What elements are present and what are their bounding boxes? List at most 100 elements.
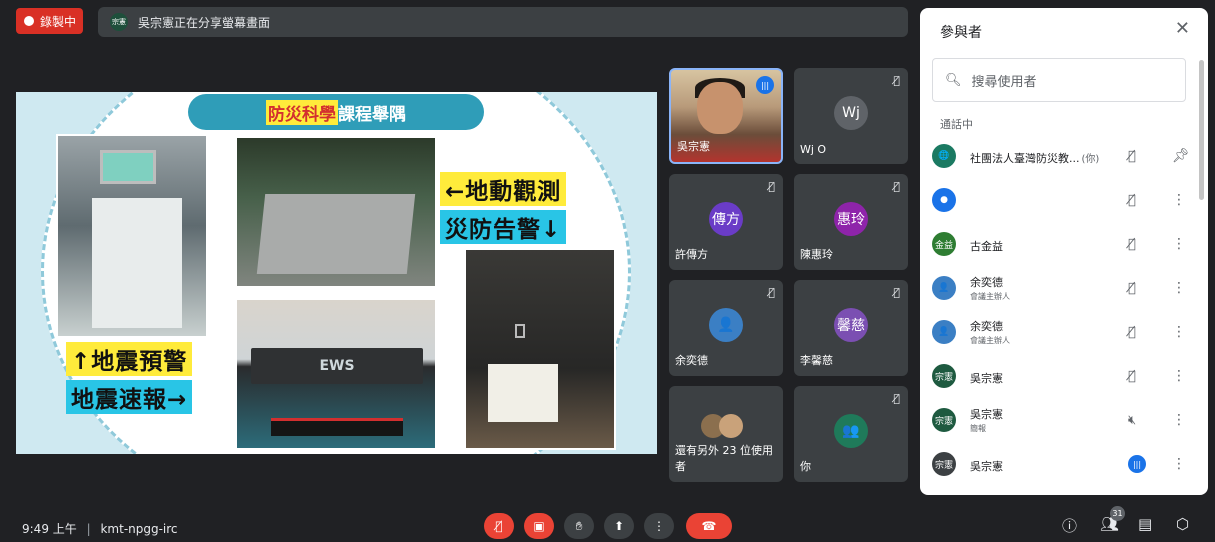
participant-row[interactable]: 👤 余奕德 會議主辦人 🎙̸ ⋮ <box>932 312 1194 352</box>
photo-seismic-station <box>235 136 437 288</box>
more-options-button[interactable]: ⋮ <box>644 513 674 539</box>
chat-icon[interactable]: ▤ <box>1138 515 1152 533</box>
search-icon: 🔍︎ <box>945 72 962 88</box>
more-options-icon[interactable]: ⋮ <box>1172 280 1186 296</box>
leave-call-button[interactable]: ☎ <box>686 513 732 539</box>
mic-off-icon: 🎙̸ <box>495 519 503 533</box>
presenting-icon[interactable]: 🔇︎ <box>1128 413 1136 428</box>
raise-hand-button[interactable]: ✋︎ <box>564 513 594 539</box>
photo-warning-device <box>56 134 208 338</box>
mic-off-icon: 🎙̸ <box>768 286 775 299</box>
mic-off-icon[interactable]: 🎙̸ <box>1128 193 1136 208</box>
mic-off-icon: 🎙̸ <box>893 286 900 299</box>
tile-name: 許傳方 <box>675 248 708 261</box>
hang-up-icon: ☎ <box>701 519 717 533</box>
mic-off-icon: 🎙̸ <box>893 74 900 87</box>
shared-screen: 防災科學 課程舉隅 EWS ←地動觀測 災防告警↓ ↑地震預警 地震速報→ <box>16 92 657 454</box>
participant-name: 吳宗憲 <box>970 371 1003 385</box>
video-tile-self[interactable]: 🎙̸ 👥 你 <box>794 386 908 482</box>
avatar-photo <box>719 414 743 438</box>
photo-alarm-box <box>464 248 616 450</box>
mic-off-icon[interactable]: 🎙̸ <box>1128 149 1136 164</box>
video-tile-others[interactable]: 還有另外 23 位使用者 <box>669 386 783 482</box>
present-button[interactable]: ⬆ <box>604 513 634 539</box>
tile-name: 你 <box>800 460 811 473</box>
participant-row[interactable]: 金益 古金益 🎙̸ ⋮ <box>932 224 1194 264</box>
mic-off-icon[interactable]: 🎙̸ <box>1128 369 1136 384</box>
clock: 9:49 上午 <box>22 522 77 536</box>
speaking-icon: ||| <box>756 76 774 94</box>
avatar: 宗憲 <box>932 364 956 388</box>
avatar: 傳方 <box>709 202 743 236</box>
recording-indicator[interactable]: 錄製中 <box>16 8 83 34</box>
mic-off-icon: 🎙̸ <box>893 392 900 405</box>
mic-toggle-button[interactable]: 🎙̸ <box>484 513 514 539</box>
presenting-banner: 宗憲 吳宗憲正在分享螢幕畫面 <box>98 7 908 37</box>
video-tile[interactable]: 🎙̸ 惠玲 陳惠玲 <box>794 174 908 270</box>
camera-off-icon: ▣ <box>533 519 545 533</box>
photo-ews-receiver: EWS <box>235 298 437 450</box>
video-tile[interactable]: 🎙̸ 傳方 許傳方 <box>669 174 783 270</box>
mic-off-icon: 🎙̸ <box>768 180 775 193</box>
avatar: 👤 <box>932 276 956 300</box>
search-placeholder: 搜尋使用者 <box>971 74 1037 90</box>
slide-title: 防災科學 課程舉隅 <box>188 94 484 130</box>
participant-row[interactable]: 宗憲 吳宗憲 簡報 🔇︎ ⋮ <box>932 400 1194 440</box>
info-icon[interactable]: ⓘ <box>1062 515 1077 536</box>
mic-off-icon[interactable]: 🎙̸ <box>1128 281 1136 296</box>
tile-name: 陳惠玲 <box>800 248 833 261</box>
participant-row[interactable]: 🌐 社團法人臺灣防災教... (你) 🎙̸ 📌︎ <box>932 136 1194 176</box>
more-options-icon[interactable]: ⋮ <box>1172 368 1186 384</box>
mic-off-icon[interactable]: 🎙̸ <box>1128 325 1136 340</box>
record-dot-icon <box>24 16 34 26</box>
more-options-icon[interactable]: ⋮ <box>1172 236 1186 252</box>
slide-title-highlight: 防災科學 <box>266 99 338 125</box>
participant-name: 余奕德 <box>970 276 1003 289</box>
caption-disaster-alarm: 災防告警↓ <box>440 210 567 244</box>
more-options-icon[interactable]: ⋮ <box>1172 456 1186 472</box>
scrollbar[interactable] <box>1199 60 1204 200</box>
participant-name: 古金益 <box>970 239 1003 253</box>
participant-role: 會議主辦人 <box>970 292 1010 301</box>
participant-name: 吳宗憲 <box>970 459 1003 473</box>
speaking-icon: ||| <box>1128 455 1146 473</box>
people-panel: 參與者 ✕ 🔍︎ 搜尋使用者 通話中 🌐 社團法人臺灣防災教... (你) 🎙̸ … <box>920 8 1208 495</box>
more-options-icon[interactable]: ⋮ <box>1172 412 1186 428</box>
avatar: 惠玲 <box>834 202 868 236</box>
panel-title: 參與者 <box>940 25 982 41</box>
participant-face <box>697 82 743 134</box>
more-options-icon[interactable]: ⋮ <box>1172 324 1186 340</box>
mic-off-icon: 🎙̸ <box>893 180 900 193</box>
avatar: ● <box>932 188 956 212</box>
camera-toggle-button[interactable]: ▣ <box>524 513 554 539</box>
tile-name: Wj O <box>800 143 827 156</box>
avatar-photo: 👤 <box>709 308 743 342</box>
caption-ground-motion: ←地動觀測 <box>440 172 567 206</box>
participant-role: 會議主辦人 <box>970 336 1010 345</box>
caption-earthquake-report: 地震速報→ <box>66 380 193 414</box>
close-icon[interactable]: ✕ <box>1175 18 1190 39</box>
presenter-avatar: 宗憲 <box>110 13 128 31</box>
caption-earthquake-warning: ↑地震預警 <box>66 342 193 376</box>
avatar: 🌐 <box>932 144 956 168</box>
video-tile[interactable]: 🎙̸ Wj Wj O <box>794 68 908 164</box>
participant-row[interactable]: 👤 余奕德會議主辦人 🎙̸ ⋮ <box>932 268 1194 308</box>
pin-icon[interactable]: 📌︎ <box>1172 148 1190 164</box>
avatar: 宗憲 <box>932 408 956 432</box>
participant-row[interactable]: ● 🎙̸ ⋮ <box>932 180 1194 220</box>
video-tile[interactable]: 🎙̸ 馨慈 李馨慈 <box>794 280 908 376</box>
activities-icon[interactable]: ⬡ <box>1176 515 1189 533</box>
present-screen-icon: ⬆ <box>613 519 625 533</box>
mic-off-icon[interactable]: 🎙̸ <box>1128 237 1136 252</box>
tile-name: 還有另外 23 位使用者 <box>675 444 773 473</box>
section-label: 通話中 <box>940 118 973 131</box>
video-tile[interactable]: 🎙̸ 👤 余奕德 <box>669 280 783 376</box>
video-tile-presenter[interactable]: ||| 吳宗憲 <box>669 68 783 164</box>
you-label: (你) <box>1081 153 1100 165</box>
participant-row[interactable]: 宗憲 吳宗憲 🎙̸ ⋮ <box>932 356 1194 396</box>
more-vert-icon: ⋮ <box>653 519 665 533</box>
participant-row[interactable]: 宗憲 吳宗憲 ||| ⋮ <box>932 444 1194 484</box>
more-options-icon[interactable]: ⋮ <box>1172 192 1186 208</box>
tile-name: 吳宗憲 <box>677 140 710 153</box>
search-input[interactable]: 🔍︎ 搜尋使用者 <box>932 58 1186 102</box>
